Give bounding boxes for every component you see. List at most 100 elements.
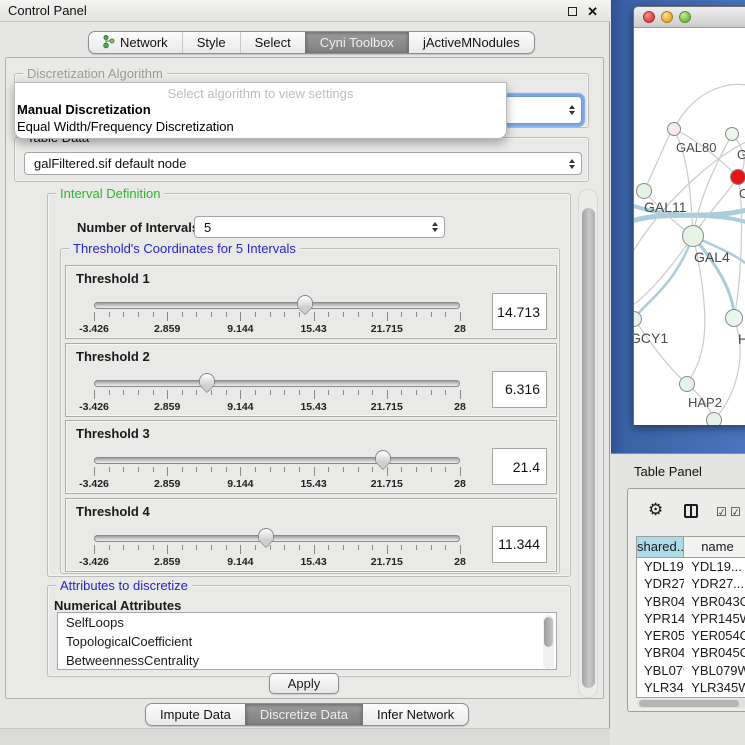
zoom-traffic-light-icon[interactable]: [679, 11, 691, 23]
cell-shared-name: YER054C: [637, 627, 684, 644]
tick-label: -3.426: [79, 556, 109, 568]
tab-select[interactable]: Select: [240, 32, 305, 53]
tick: [182, 312, 183, 317]
checkbox-icon[interactable]: ☑: [716, 506, 727, 518]
table-row[interactable]: YDR27...YDR27...: [637, 575, 745, 592]
slider-track[interactable]: [94, 302, 460, 309]
close-traffic-light-icon[interactable]: [643, 11, 655, 23]
table-row[interactable]: YPR145WYPR145W: [637, 610, 745, 627]
tab-style[interactable]: Style: [182, 32, 240, 53]
tab-cyni-toolbox[interactable]: Cyni Toolbox: [305, 32, 408, 53]
threshold-value-field[interactable]: [492, 293, 547, 330]
float-window-icon[interactable]: [568, 7, 577, 16]
network-node[interactable]: [725, 127, 739, 141]
tick-label: 28: [454, 478, 466, 490]
column-header-name[interactable]: name: [684, 537, 745, 557]
gear-icon[interactable]: ⚙: [648, 501, 663, 518]
tick: [328, 390, 329, 395]
slider-tick-labels: -3.4262.8599.14415.4321.71528: [94, 323, 460, 337]
network-node[interactable]: [636, 183, 652, 199]
table-row[interactable]: YBR045CYBR045C: [637, 644, 745, 661]
minimize-traffic-light-icon[interactable]: [661, 11, 673, 23]
main-scrollbar[interactable]: [578, 189, 598, 698]
network-view-window[interactable]: GAL80GACGAL11GAL4GCY1HHAP2: [633, 6, 745, 425]
control-panel: Control Panel ✕ NetworkStyleSelectCyni T…: [0, 0, 610, 745]
dropdown-item-manual-discretization[interactable]: Manual Discretization: [15, 101, 506, 118]
checkbox-icon[interactable]: ☑: [730, 506, 741, 518]
network-node[interactable]: [730, 169, 745, 185]
table-data-group: Table Data galFiltered.sif default node: [14, 137, 589, 182]
tick: [123, 312, 124, 317]
table-hscrollbar-thumb[interactable]: [639, 700, 739, 707]
attribute-list[interactable]: SelfLoopsTopologicalCoefficientBetweenne…: [57, 612, 557, 670]
threshold-slider[interactable]: -3.4262.8599.14415.4321.71528: [94, 527, 460, 571]
tick: [109, 467, 110, 472]
network-node[interactable]: [706, 412, 722, 425]
threshold-value-field[interactable]: [492, 448, 547, 485]
apply-button[interactable]: Apply: [269, 673, 339, 694]
attribute-item-topologicalcoefficient[interactable]: TopologicalCoefficient: [58, 632, 556, 651]
tick: [284, 545, 285, 550]
slider-thumb[interactable]: [258, 528, 274, 548]
tick: [445, 545, 446, 550]
tab-network[interactable]: Network: [89, 32, 182, 53]
table-row[interactable]: YER054CYER054C: [637, 627, 745, 644]
attribute-list-scrollbar[interactable]: [543, 615, 554, 669]
split-table-icon[interactable]: [684, 504, 698, 518]
table-row[interactable]: YBR043CYBR043C: [637, 593, 745, 610]
interval-definition-group: Interval Definition Number of Intervals …: [47, 193, 571, 577]
close-icon[interactable]: ✕: [587, 5, 598, 18]
slider-thumb[interactable]: [199, 373, 215, 393]
tick: [240, 390, 241, 399]
num-intervals-combo[interactable]: 5: [194, 216, 445, 238]
dropdown-item-equal-width-frequency-discretization[interactable]: Equal Width/Frequency Discretization: [15, 118, 506, 135]
cyni-toolbox-content: Discretization Algorithm Select algorith…: [5, 57, 604, 699]
tab-infer-network[interactable]: Infer Network: [362, 704, 468, 725]
tab-label: jActiveMNodules: [423, 35, 520, 50]
network-node[interactable]: [725, 309, 743, 327]
tick: [328, 545, 329, 550]
threshold-label: Threshold 3: [76, 426, 150, 441]
slider-thumb[interactable]: [297, 295, 313, 315]
cell-name: YBR045C: [684, 644, 745, 661]
node-table[interactable]: shared... name YDL19...YDL19...YDR27...Y…: [636, 536, 745, 698]
network-window-titlebar[interactable]: [634, 7, 745, 28]
tick: [270, 390, 271, 395]
network-node[interactable]: [679, 376, 695, 392]
attributes-group-title: Attributes to discretize: [56, 578, 192, 593]
tick-label: -3.426: [79, 401, 109, 413]
cell-name: YER054C: [684, 627, 745, 644]
threshold-label: Threshold 4: [76, 504, 150, 519]
slider-track[interactable]: [94, 380, 460, 387]
threshold-slider[interactable]: -3.4262.8599.14415.4321.71528: [94, 294, 460, 338]
network-canvas[interactable]: GAL80GACGAL11GAL4GCY1HHAP2: [634, 28, 745, 425]
table-row[interactable]: YBL079WYBL079W: [637, 662, 745, 679]
table-data-combo[interactable]: galFiltered.sif default node: [24, 152, 582, 175]
tick: [153, 545, 154, 550]
slider-thumb[interactable]: [375, 450, 391, 470]
attribute-item-betweennesscentrality[interactable]: BetweennessCentrality: [58, 651, 556, 670]
slider-track[interactable]: [94, 535, 460, 542]
tab-impute-data[interactable]: Impute Data: [146, 704, 245, 725]
threshold-value-field[interactable]: [492, 371, 547, 408]
network-node[interactable]: [667, 122, 681, 136]
attribute-item-selfloops[interactable]: SelfLoops: [58, 613, 556, 632]
tab-jactivemnodules[interactable]: jActiveMNodules: [408, 32, 534, 53]
main-scrollbar-thumb[interactable]: [582, 208, 595, 688]
table-row[interactable]: YIL052CYIL052C: [637, 696, 745, 698]
tab-discretize-data[interactable]: Discretize Data: [245, 704, 362, 725]
threshold-value-field[interactable]: [492, 526, 547, 563]
network-node[interactable]: [682, 225, 704, 247]
column-header-shared-name[interactable]: shared...: [637, 537, 684, 557]
table-hscrollbar[interactable]: [637, 699, 745, 708]
cell-name: YBL079W: [684, 662, 745, 679]
num-intervals-value: 5: [204, 220, 211, 235]
combo-arrows-icon: [569, 105, 575, 115]
algorithm-group-title: Discretization Algorithm: [23, 66, 167, 81]
threshold-slider[interactable]: -3.4262.8599.14415.4321.71528: [94, 372, 460, 416]
threshold-slider[interactable]: -3.4262.8599.14415.4321.71528: [94, 449, 460, 493]
tick: [445, 390, 446, 395]
slider-track[interactable]: [94, 457, 460, 464]
table-row[interactable]: YLR345WYLR345W: [637, 679, 745, 696]
table-row[interactable]: YDL19...YDL19...: [637, 558, 745, 575]
